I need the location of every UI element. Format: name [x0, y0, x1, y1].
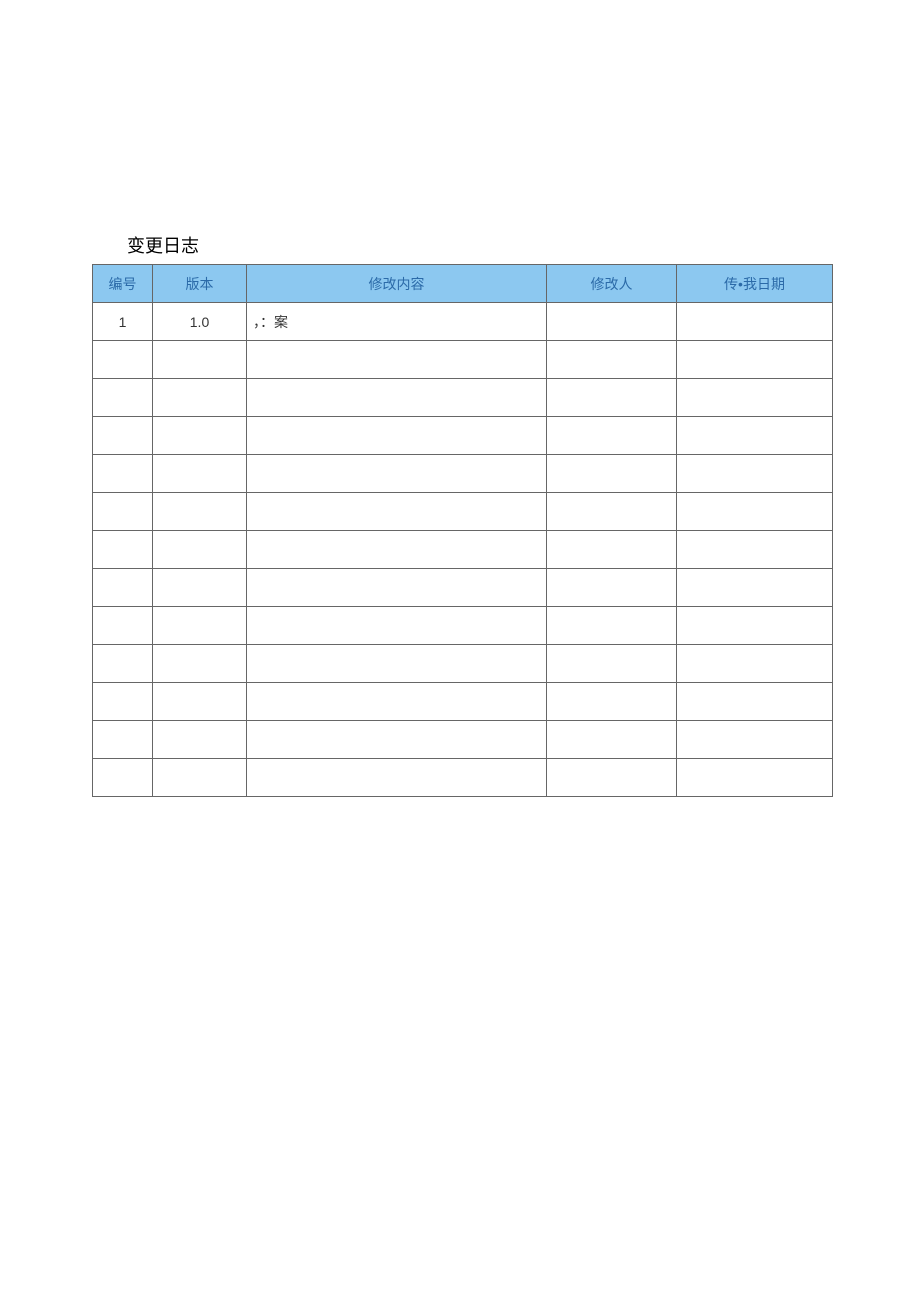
cell-date: [677, 379, 833, 417]
cell-content: [247, 645, 547, 683]
table-row: [93, 759, 833, 797]
cell-content: [247, 531, 547, 569]
cell-modifier: [547, 417, 677, 455]
table-row: [93, 607, 833, 645]
cell-version: [153, 645, 247, 683]
cell-date: [677, 455, 833, 493]
cell-date: [677, 417, 833, 455]
cell-version: [153, 455, 247, 493]
table-body: 11.0，：案: [93, 303, 833, 797]
cell-date: [677, 569, 833, 607]
cell-content: [247, 759, 547, 797]
cell-num: 1: [93, 303, 153, 341]
cell-version: [153, 759, 247, 797]
cell-modifier: [547, 607, 677, 645]
cell-modifier: [547, 569, 677, 607]
cell-content: ，：案: [247, 303, 547, 341]
cell-num: [93, 417, 153, 455]
cell-content: [247, 455, 547, 493]
cell-modifier: [547, 379, 677, 417]
cell-modifier: [547, 341, 677, 379]
cell-content: [247, 493, 547, 531]
cell-modifier: [547, 455, 677, 493]
cell-num: [93, 607, 153, 645]
cell-content: [247, 683, 547, 721]
cell-date: [677, 645, 833, 683]
cell-num: [93, 683, 153, 721]
cell-content: [247, 569, 547, 607]
table-header-row: 编号 版本 修改内容 修改人 传•我日期: [93, 265, 833, 303]
cell-content: [247, 417, 547, 455]
header-modifier: 修改人: [547, 265, 677, 303]
cell-date: [677, 303, 833, 341]
table-row: 11.0，：案: [93, 303, 833, 341]
cell-date: [677, 721, 833, 759]
cell-modifier: [547, 683, 677, 721]
cell-version: [153, 721, 247, 759]
document-container: 变更日志 编号 版本 修改内容 修改人 传•我日期 11.0，：案: [92, 232, 832, 797]
header-num: 编号: [93, 265, 153, 303]
table-row: [93, 341, 833, 379]
changelog-table: 编号 版本 修改内容 修改人 传•我日期 11.0，：案: [92, 264, 833, 797]
cell-modifier: [547, 759, 677, 797]
cell-modifier: [547, 493, 677, 531]
table-row: [93, 493, 833, 531]
cell-content: [247, 379, 547, 417]
table-row: [93, 379, 833, 417]
cell-version: [153, 683, 247, 721]
table-row: [93, 455, 833, 493]
cell-version: [153, 607, 247, 645]
cell-num: [93, 759, 153, 797]
cell-num: [93, 645, 153, 683]
cell-date: [677, 683, 833, 721]
cell-version: [153, 417, 247, 455]
cell-date: [677, 493, 833, 531]
cell-num: [93, 493, 153, 531]
cell-num: [93, 721, 153, 759]
cell-modifier: [547, 721, 677, 759]
cell-version: [153, 341, 247, 379]
cell-content: [247, 607, 547, 645]
cell-date: [677, 531, 833, 569]
cell-content: [247, 341, 547, 379]
cell-date: [677, 607, 833, 645]
cell-version: [153, 379, 247, 417]
cell-version: [153, 569, 247, 607]
cell-version: 1.0: [153, 303, 247, 341]
table-row: [93, 531, 833, 569]
cell-date: [677, 759, 833, 797]
cell-num: [93, 379, 153, 417]
cell-modifier: [547, 303, 677, 341]
page-title: 变更日志: [127, 232, 832, 258]
cell-version: [153, 531, 247, 569]
cell-num: [93, 531, 153, 569]
header-version: 版本: [153, 265, 247, 303]
header-content: 修改内容: [247, 265, 547, 303]
cell-version: [153, 493, 247, 531]
cell-num: [93, 569, 153, 607]
cell-num: [93, 455, 153, 493]
table-row: [93, 417, 833, 455]
table-row: [93, 569, 833, 607]
header-date: 传•我日期: [677, 265, 833, 303]
table-row: [93, 721, 833, 759]
cell-modifier: [547, 531, 677, 569]
cell-date: [677, 341, 833, 379]
cell-content: [247, 721, 547, 759]
table-row: [93, 645, 833, 683]
cell-num: [93, 341, 153, 379]
table-row: [93, 683, 833, 721]
cell-modifier: [547, 645, 677, 683]
